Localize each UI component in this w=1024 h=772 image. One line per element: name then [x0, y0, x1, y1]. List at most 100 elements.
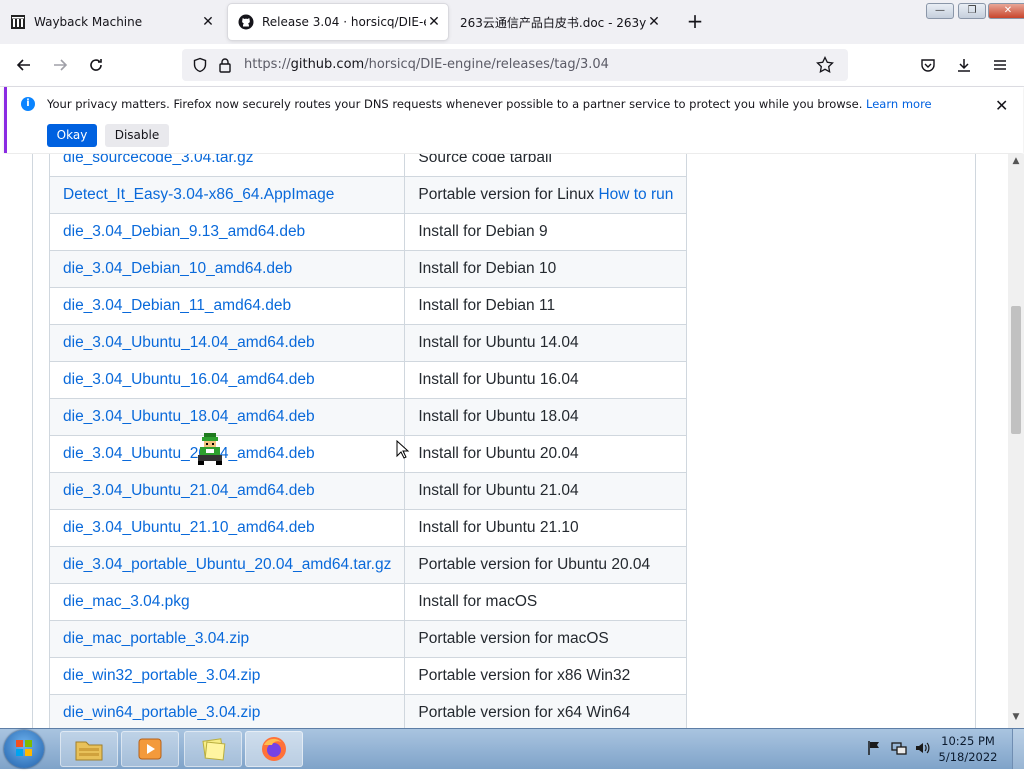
asset-description-cell: Install for Ubuntu 20.04: [404, 435, 688, 473]
okay-button[interactable]: Okay: [47, 124, 97, 147]
how-to-run-link[interactable]: How to run: [598, 186, 673, 203]
downloads-button[interactable]: [952, 53, 976, 77]
tab-doc[interactable]: 263云通信产品白皮书.doc - 263yun ✕: [450, 4, 668, 40]
table-row: die_3.04_Ubuntu_18.04_amd64.deb Install f…: [48, 398, 688, 436]
tab-release[interactable]: Release 3.04 · horsicq/DIE-engine ✕: [228, 4, 448, 40]
scroll-thumb[interactable]: [1011, 306, 1021, 434]
asset-description-cell: Install for Debian 10: [404, 250, 688, 288]
table-row: Detect_It_Easy-3.04-x86_64.AppImage Porta…: [48, 176, 688, 214]
asset-file-cell: die_mac_3.04.pkg: [48, 583, 406, 621]
asset-download-link[interactable]: die_3.04_Debian_10_amd64.deb: [63, 260, 292, 277]
asset-file-cell: die_sourcecode_3.04.tar.gz: [48, 154, 406, 177]
asset-description: Install for macOS: [418, 593, 538, 610]
forward-button[interactable]: [48, 53, 72, 77]
learn-more-link[interactable]: Learn more: [866, 97, 932, 111]
asset-description-cell: Source code tarball: [404, 154, 688, 177]
assets-table: die_sourcecode_3.04.tar.gz Source code ta…: [48, 154, 688, 728]
reload-icon: [90, 59, 102, 71]
table-row: die_3.04_Ubuntu_21.10_amd64.deb Install f…: [48, 509, 688, 547]
asset-download-link[interactable]: die_win32_portable_3.04.zip: [63, 667, 260, 684]
asset-file-cell: die_3.04_Ubuntu_18.04_amd64.deb: [48, 398, 406, 436]
url-bar[interactable]: https://github.com/horsicq/DIE-engine/re…: [182, 49, 848, 81]
shield-icon[interactable]: [192, 57, 208, 73]
asset-file-cell: die_mac_portable_3.04.zip: [48, 620, 406, 658]
back-button[interactable]: [12, 53, 36, 77]
new-tab-button[interactable]: +: [684, 10, 706, 32]
asset-description: Install for Debian 9: [418, 223, 548, 240]
privacy-notification-bar: i Your privacy matters. Firefox now secu…: [4, 87, 1023, 153]
tab-wayback[interactable]: Wayback Machine ✕: [0, 4, 222, 40]
network-icon[interactable]: [891, 740, 907, 756]
asset-download-link[interactable]: die_3.04_Ubuntu_14.04_amd64.deb: [63, 334, 315, 351]
show-desktop-button[interactable]: [1012, 729, 1024, 769]
scroll-down-arrow-icon[interactable]: ▼: [1008, 712, 1024, 726]
asset-description: Install for Ubuntu 21.10: [418, 519, 579, 536]
taskbar-explorer[interactable]: [60, 731, 118, 767]
maximize-button[interactable]: ❐: [958, 3, 986, 19]
asset-description-cell: Portable version for x86 Win32: [404, 657, 688, 695]
asset-description: Portable version for Linux: [418, 186, 595, 203]
asset-file-cell: die_3.04_Debian_11_amd64.deb: [48, 287, 406, 325]
taskbar-clock[interactable]: 10:25 PM 5/18/2022: [934, 733, 1002, 765]
asset-description-cell: Portable version for macOS: [404, 620, 688, 658]
arrow-left-icon: [16, 59, 30, 71]
firefox-icon: [262, 737, 286, 761]
asset-file-cell: die_3.04_Ubuntu_21.04_amd64.deb: [48, 472, 406, 510]
star-icon[interactable]: [816, 56, 834, 74]
url-host: github.com: [290, 57, 365, 72]
asset-download-link[interactable]: die_3.04_Debian_9.13_amd64.deb: [63, 223, 305, 240]
asset-description-cell: Install for Debian 11: [404, 287, 688, 325]
flag-icon[interactable]: [866, 740, 882, 756]
asset-download-link[interactable]: die_3.04_Ubuntu_21.10_amd64.deb: [63, 519, 315, 536]
start-button[interactable]: [4, 730, 44, 768]
asset-download-link[interactable]: die_mac_portable_3.04.zip: [63, 630, 249, 647]
asset-download-link[interactable]: die_3.04_Ubuntu_21.04_amd64.deb: [63, 482, 315, 499]
page-content: die_sourcecode_3.04.tar.gz Source code ta…: [0, 154, 1008, 728]
asset-download-link[interactable]: die_3.04_Debian_11_amd64.deb: [63, 297, 291, 314]
tab-title: Wayback Machine: [34, 15, 143, 29]
lock-icon[interactable]: [218, 57, 232, 73]
asset-file-cell: die_3.04_Ubuntu_14.04_amd64.deb: [48, 324, 406, 362]
asset-file-cell: die_3.04_Debian_10_amd64.deb: [48, 250, 406, 288]
minimize-button[interactable]: —: [926, 3, 954, 19]
window-close-button[interactable]: ✕: [988, 3, 1024, 19]
asset-description-cell: Install for Ubuntu 21.04: [404, 472, 688, 510]
asset-description-cell: Portable version for Linux How to run: [404, 176, 688, 214]
close-tab-icon[interactable]: ✕: [200, 14, 216, 30]
pocket-button[interactable]: [916, 53, 940, 77]
asset-download-link[interactable]: die_3.04_Ubuntu_18.04_amd64.deb: [63, 408, 315, 425]
asset-download-link[interactable]: Detect_It_Easy-3.04-x86_64.AppImage: [63, 186, 334, 203]
taskbar-sticky-notes[interactable]: [184, 731, 242, 767]
taskbar-media-player[interactable]: [121, 731, 179, 767]
asset-description-cell: Install for Ubuntu 14.04: [404, 324, 688, 362]
tab-title: 263云通信产品白皮书.doc - 263yun: [460, 15, 646, 30]
reload-button[interactable]: [84, 53, 108, 77]
pocket-icon: [921, 59, 935, 72]
table-row: die_3.04_Debian_9.13_amd64.deb Install fo…: [48, 213, 688, 251]
url-scheme: https://: [244, 57, 291, 72]
asset-description: Source code tarball: [418, 154, 552, 166]
close-icon[interactable]: ✕: [995, 96, 1008, 115]
close-tab-icon[interactable]: ✕: [646, 14, 662, 30]
menu-button[interactable]: [988, 53, 1012, 77]
asset-description: Install for Ubuntu 14.04: [418, 334, 579, 351]
asset-description-cell: Portable version for Ubuntu 20.04: [404, 546, 688, 584]
asset-download-link[interactable]: die_3.04_portable_Ubuntu_20.04_amd64.tar…: [63, 556, 391, 573]
taskbar-firefox[interactable]: [245, 731, 303, 767]
asset-download-link[interactable]: die_3.04_Ubuntu_16.04_amd64.deb: [63, 371, 315, 388]
table-row: die_3.04_Ubuntu_21.04_amd64.deb Install f…: [48, 472, 688, 510]
disable-button[interactable]: Disable: [105, 124, 169, 147]
asset-download-link[interactable]: die_sourcecode_3.04.tar.gz: [63, 154, 253, 166]
tab-strip: Wayback Machine ✕ Release 3.04 · horsicq…: [0, 0, 1024, 44]
asset-description-cell: Portable version for x64 Win64: [404, 694, 688, 728]
scroll-up-arrow-icon[interactable]: ▲: [1008, 156, 1024, 170]
table-row: die_sourcecode_3.04.tar.gz Source code ta…: [48, 154, 688, 177]
asset-download-link[interactable]: die_win64_portable_3.04.zip: [63, 704, 260, 721]
asset-download-link[interactable]: die_mac_3.04.pkg: [63, 593, 190, 610]
close-tab-icon[interactable]: ✕: [426, 14, 442, 30]
asset-download-link[interactable]: die_3.04_Ubuntu_20.04_amd64.deb: [63, 445, 315, 462]
vertical-scrollbar[interactable]: ▲ ▼: [1008, 154, 1024, 728]
url-text[interactable]: https://github.com/horsicq/DIE-engine/re…: [244, 57, 609, 72]
speaker-icon[interactable]: [914, 740, 930, 756]
navigation-bar: https://github.com/horsicq/DIE-engine/re…: [0, 44, 1024, 87]
